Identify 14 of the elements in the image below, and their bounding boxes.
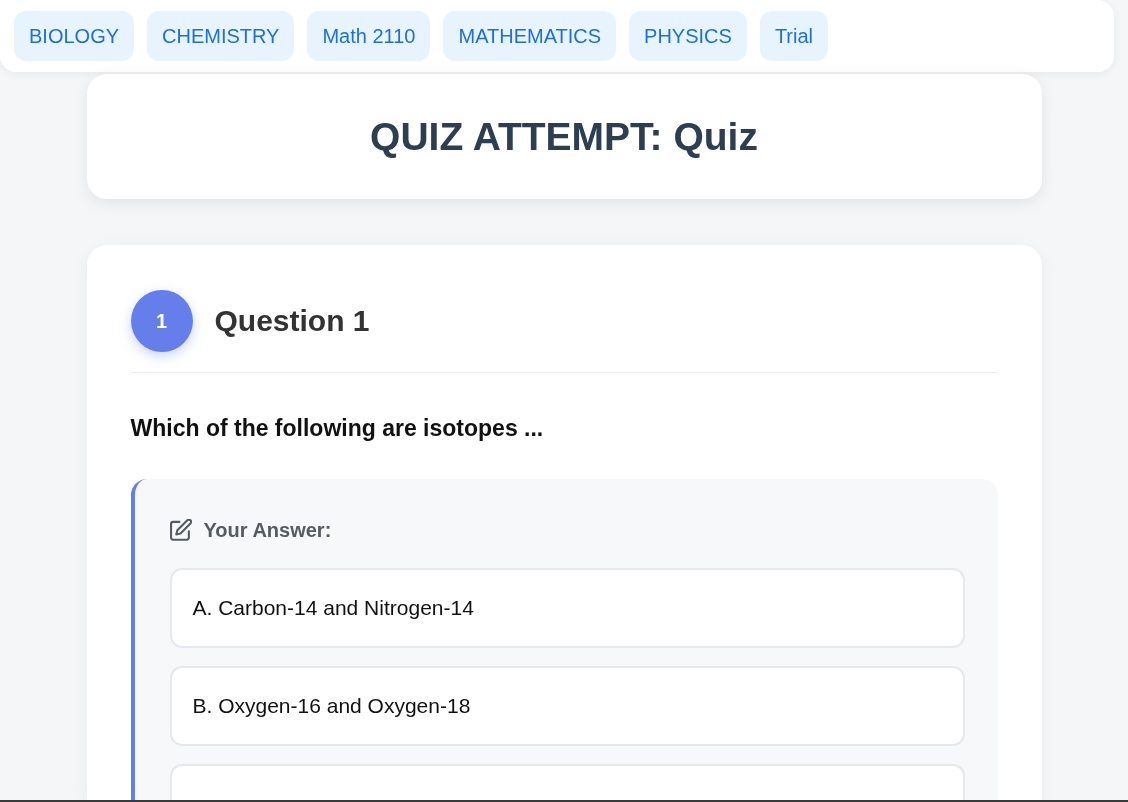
answer-option[interactable]: A. Carbon-14 and Nitrogen-14 (169, 568, 965, 648)
subject-link[interactable]: MATHEMATICS (443, 11, 617, 61)
subject-link[interactable]: BIOLOGY (14, 11, 135, 61)
subject-link[interactable]: CHEMISTRY (147, 11, 295, 61)
page-title: QUIZ ATTEMPT: Quiz (370, 113, 758, 160)
subject-link[interactable]: PHYSICS (629, 11, 747, 61)
subject-link[interactable]: Trial (759, 11, 829, 61)
edit-icon (169, 519, 192, 541)
answer-option[interactable]: B. Oxygen-16 and Oxygen-18 (169, 666, 965, 746)
question-number: 1 (130, 290, 193, 352)
question-heading: Question 1 (214, 303, 370, 339)
question-text: Which of the following are isotopes ... (130, 414, 545, 443)
answer-label: Your Answer: (203, 518, 332, 543)
subject-link[interactable]: Math 2110 (307, 11, 431, 61)
